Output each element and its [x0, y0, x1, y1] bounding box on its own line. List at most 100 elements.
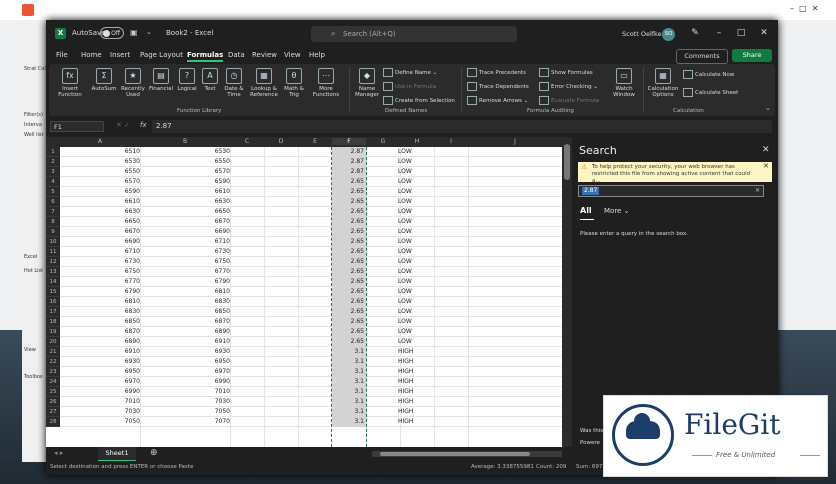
cell-b[interactable]: 6790 [140, 277, 230, 287]
tab-review[interactable]: Review [252, 51, 277, 59]
cell-g[interactable]: LOW [398, 147, 420, 157]
cell-g[interactable]: LOW [398, 237, 420, 247]
row-number[interactable]: 19 [46, 327, 60, 337]
table-row[interactable]: 10 6690 6710 2.65 LOW [46, 237, 562, 247]
logical-button[interactable]: ? Logical [175, 68, 199, 92]
cell-g[interactable]: HIGH [398, 417, 420, 427]
text-button[interactable]: A Text [199, 68, 221, 92]
autosave-toggle[interactable]: Off [100, 27, 124, 39]
row-number[interactable]: 5 [46, 187, 60, 197]
cell-b[interactable]: 7070 [140, 417, 230, 427]
cell-b[interactable]: 6850 [140, 307, 230, 317]
cell-b[interactable]: 6970 [140, 367, 230, 377]
tab-help[interactable]: Help [309, 51, 325, 59]
add-sheet-icon[interactable]: ⊕ [150, 448, 158, 458]
tab-page-layout[interactable]: Page Layout [140, 51, 183, 59]
cell-b[interactable]: 6770 [140, 267, 230, 277]
row-number[interactable]: 18 [46, 317, 60, 327]
cell-g[interactable]: LOW [398, 167, 420, 177]
cell-g[interactable]: LOW [398, 327, 420, 337]
table-row[interactable]: 21 6910 6930 3.1 HIGH [46, 347, 562, 357]
cell-a[interactable]: 6670 [60, 227, 140, 237]
table-row[interactable]: 12 6730 6750 2.65 LOW [46, 257, 562, 267]
row-number[interactable]: 22 [46, 357, 60, 367]
table-row[interactable]: 23 6950 6970 3.1 HIGH [46, 367, 562, 377]
column-header[interactable]: B [140, 138, 230, 145]
bg-label-interval[interactable]: Interva [24, 122, 42, 128]
cell-b[interactable]: 6630 [140, 197, 230, 207]
cell-a[interactable]: 6950 [60, 367, 140, 377]
row-number[interactable]: 23 [46, 367, 60, 377]
tab-view[interactable]: View [284, 51, 301, 59]
table-row[interactable]: 20 6890 6910 2.65 LOW [46, 337, 562, 347]
cell-a[interactable]: 6830 [60, 307, 140, 317]
row-number[interactable]: 7 [46, 207, 60, 217]
cell-a[interactable]: 7050 [60, 417, 140, 427]
cell-b[interactable]: 6830 [140, 297, 230, 307]
create-from-selection-button[interactable]: Create from Selection [383, 96, 455, 105]
cell-a[interactable]: 6970 [60, 377, 140, 387]
tab-data[interactable]: Data [228, 51, 245, 59]
cell-b[interactable]: 7050 [140, 407, 230, 417]
row-number[interactable]: 12 [46, 257, 60, 267]
cell-a[interactable]: 6930 [60, 357, 140, 367]
cell-g[interactable]: HIGH [398, 347, 420, 357]
pane-search-input[interactable]: 2.87 ✕ [578, 185, 764, 197]
row-number[interactable]: 9 [46, 227, 60, 237]
cell-g[interactable]: LOW [398, 317, 420, 327]
cell-b[interactable]: 6690 [140, 227, 230, 237]
insert-function-button[interactable]: fx Insert Function [55, 68, 85, 98]
remove-arrows-button[interactable]: Remove Arrows ⌄ [467, 96, 528, 105]
cell-g[interactable]: LOW [398, 257, 420, 267]
column-header[interactable]: A [60, 138, 140, 145]
ribbon-collapse-icon[interactable]: ⌄ [765, 104, 771, 112]
cell-g[interactable]: LOW [398, 337, 420, 347]
table-row[interactable]: 15 6790 6810 2.65 LOW [46, 287, 562, 297]
row-number[interactable]: 4 [46, 177, 60, 187]
table-row[interactable]: 5 6590 6610 2.65 LOW [46, 187, 562, 197]
trace-precedents-button[interactable]: Trace Precedents [467, 68, 526, 77]
show-formulas-button[interactable]: Show Formulas [539, 68, 593, 77]
table-row[interactable]: 17 6830 6850 2.65 LOW [46, 307, 562, 317]
cell-a[interactable]: 6590 [60, 187, 140, 197]
cell-g[interactable]: LOW [398, 157, 420, 167]
cell-g[interactable]: LOW [398, 177, 420, 187]
table-row[interactable]: 26 7010 7030 3.1 HIGH [46, 397, 562, 407]
cell-a[interactable]: 6710 [60, 247, 140, 257]
table-row[interactable]: 4 6570 6590 2.65 LOW [46, 177, 562, 187]
row-number[interactable]: 8 [46, 217, 60, 227]
cell-b[interactable]: 6650 [140, 207, 230, 217]
name-box[interactable]: F1 [50, 121, 104, 132]
cell-g[interactable]: LOW [398, 287, 420, 297]
row-number[interactable]: 13 [46, 267, 60, 277]
table-row[interactable]: 1 6510 6530 2.87 LOW [46, 147, 562, 157]
bg-label-view[interactable]: View [24, 347, 36, 353]
avatar[interactable]: SO [662, 28, 675, 41]
cell-g[interactable]: LOW [398, 207, 420, 217]
tab-more[interactable]: More ⌄ [604, 207, 629, 215]
cell-g[interactable]: HIGH [398, 397, 420, 407]
cell-a[interactable]: 6690 [60, 237, 140, 247]
dismiss-warning-icon[interactable]: ✕ [763, 163, 769, 170]
clear-search-icon[interactable]: ✕ [755, 187, 760, 194]
row-number[interactable]: 1 [46, 147, 60, 157]
status-count[interactable]: Count: 209 [536, 464, 566, 470]
table-row[interactable]: 24 6970 6990 3.1 HIGH [46, 377, 562, 387]
cell-a[interactable]: 7010 [60, 397, 140, 407]
cell-b[interactable]: 7030 [140, 397, 230, 407]
cell-b[interactable]: 6710 [140, 237, 230, 247]
date-time-button[interactable]: ◷ Date & Time [221, 68, 247, 98]
table-row[interactable]: 14 6770 6790 2.65 LOW [46, 277, 562, 287]
cell-b[interactable]: 6550 [140, 157, 230, 167]
cell-b[interactable]: 6570 [140, 167, 230, 177]
row-number[interactable]: 21 [46, 347, 60, 357]
cell-g[interactable]: LOW [398, 277, 420, 287]
cell-a[interactable]: 6510 [60, 147, 140, 157]
table-row[interactable]: 28 7050 7070 3.1 HIGH [46, 417, 562, 427]
cell-a[interactable]: 6890 [60, 337, 140, 347]
row-number[interactable]: 26 [46, 397, 60, 407]
row-number[interactable]: 17 [46, 307, 60, 317]
cell-b[interactable]: 6990 [140, 377, 230, 387]
spreadsheet-grid[interactable]: 1 6510 6530 2.87 LOW 2 6530 6550 2.87 LOW 3 6550 657… [46, 147, 562, 447]
tab-all[interactable]: All [580, 206, 592, 215]
